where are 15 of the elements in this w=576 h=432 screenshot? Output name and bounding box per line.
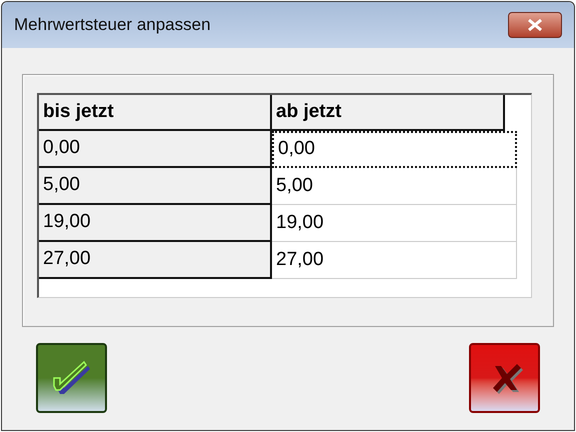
table-cell[interactable]: 5,00 (272, 168, 517, 205)
window-title: Mehrwertsteuer anpassen (14, 14, 211, 36)
close-icon (527, 19, 543, 31)
column-header[interactable]: bis jetzt (39, 95, 272, 131)
table-cell: 5,00 (39, 168, 272, 205)
table-cell: 0,00 (39, 131, 272, 168)
ok-button[interactable] (36, 343, 107, 413)
close-button[interactable] (508, 12, 562, 38)
column-header[interactable]: ab jetzt (272, 95, 505, 131)
table-cell: 27,00 (39, 242, 272, 279)
table-cell[interactable]: 27,00 (272, 242, 517, 279)
table-cell[interactable]: 0,00 (272, 131, 517, 168)
cancel-button[interactable] (469, 343, 540, 413)
table-cell: 19,00 (39, 205, 272, 242)
table-cell[interactable]: 19,00 (272, 205, 517, 242)
